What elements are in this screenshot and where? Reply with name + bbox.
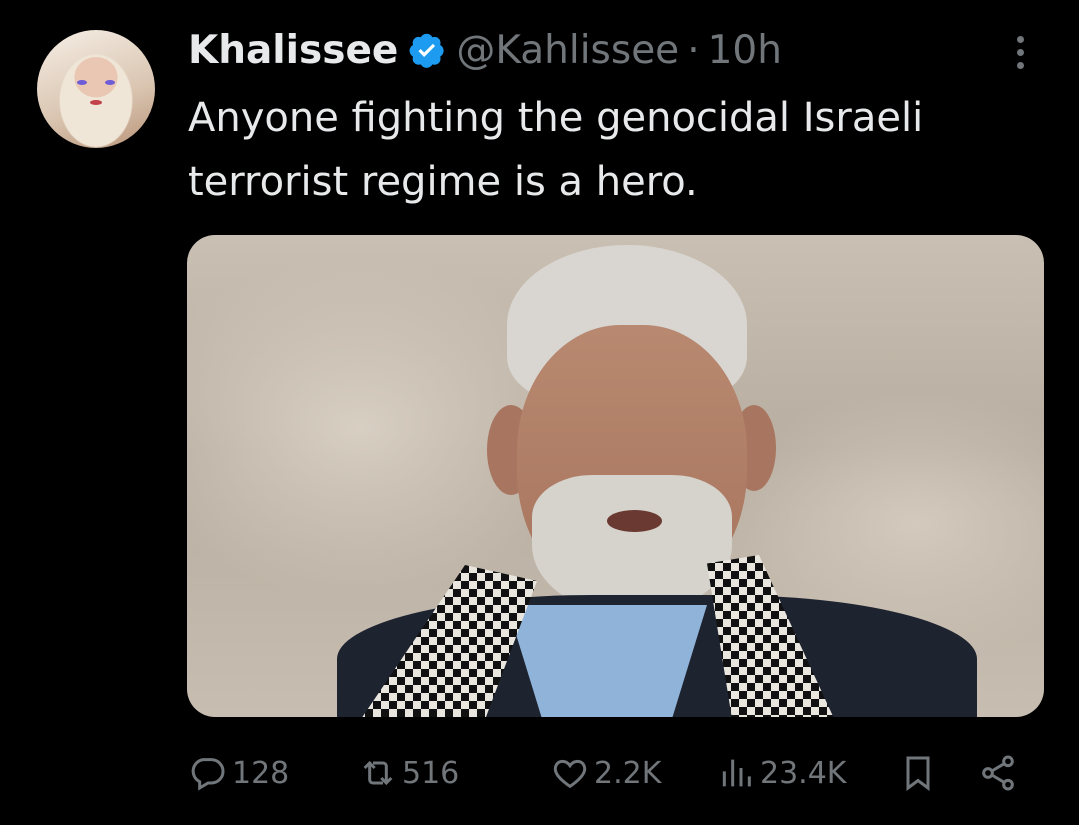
tweet-header: Khalissee @Kahlissee · 10h: [188, 22, 782, 78]
action-bar: 128 516 2.2K 23.4K: [188, 748, 1028, 798]
timestamp[interactable]: 10h: [708, 28, 782, 73]
like-button[interactable]: 2.2K: [550, 748, 661, 798]
tweet-media-image[interactable]: [187, 235, 1044, 717]
verified-badge-icon[interactable]: [408, 31, 446, 69]
views-button[interactable]: 23.4K: [716, 748, 846, 798]
like-icon: [553, 759, 587, 789]
bookmark-button[interactable]: [898, 748, 938, 798]
reply-button[interactable]: 128: [188, 748, 289, 798]
avatar-eye: [77, 80, 87, 85]
reply-count: 128: [232, 755, 290, 791]
avatar-lips: [90, 100, 102, 105]
share-button[interactable]: [978, 748, 1018, 798]
bookmark-icon: [906, 756, 930, 791]
avatar[interactable]: [37, 30, 155, 148]
repost-icon: [363, 760, 393, 786]
like-count: 2.2K: [594, 755, 662, 791]
tweet-text: Anyone fighting the genocidal Israeli te…: [188, 95, 924, 205]
avatar-eye: [105, 80, 115, 85]
repost-button[interactable]: 516: [358, 748, 459, 798]
views-icon: [722, 759, 751, 787]
repost-count: 516: [402, 755, 460, 791]
separator-dot: ·: [687, 27, 700, 73]
views-count: 23.4K: [760, 755, 847, 791]
user-handle[interactable]: @Kahlissee: [456, 28, 679, 73]
share-icon: [982, 755, 1014, 791]
more-icon[interactable]: [1010, 36, 1030, 76]
display-name[interactable]: Khalissee: [188, 28, 398, 73]
reply-icon: [191, 758, 225, 791]
